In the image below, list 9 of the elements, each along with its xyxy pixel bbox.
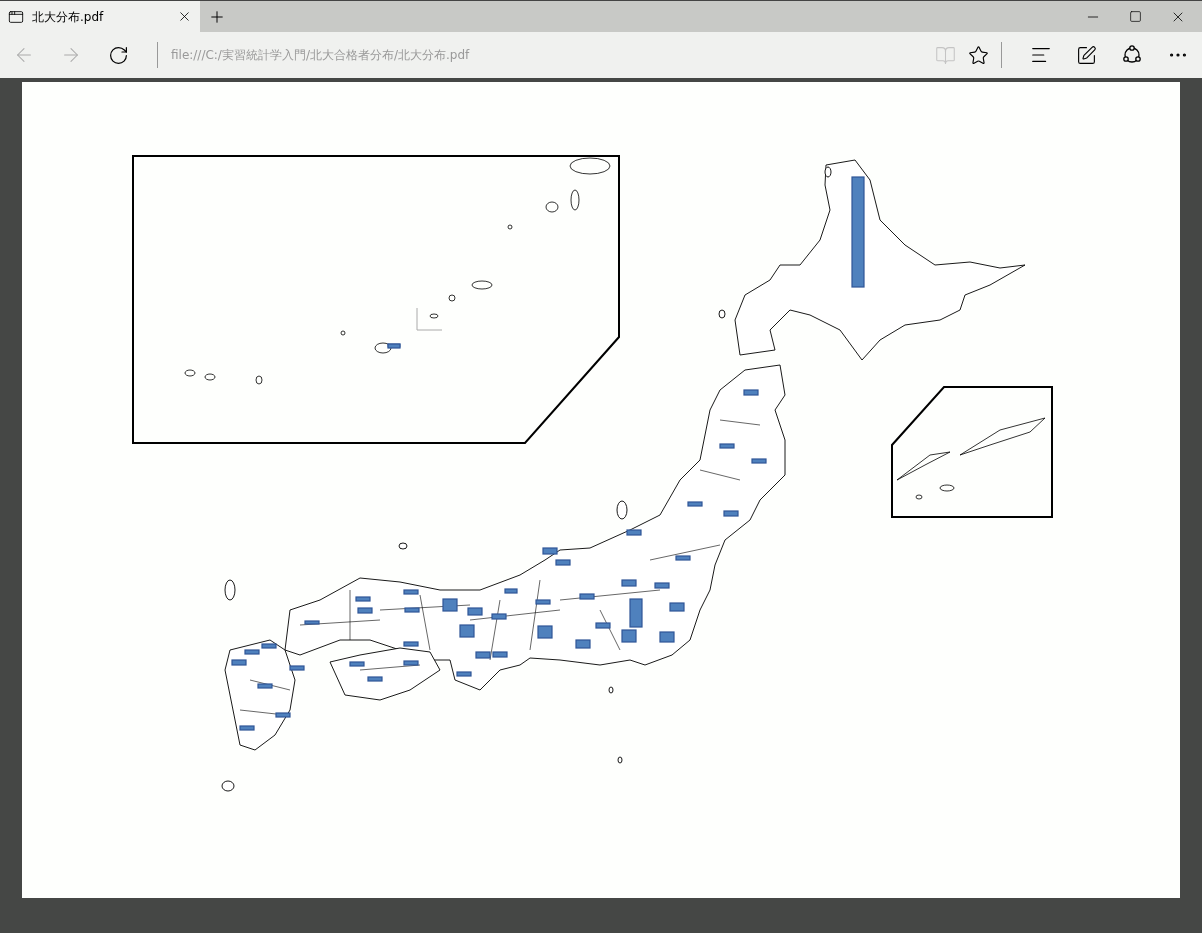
favorite-star-icon[interactable] bbox=[968, 44, 989, 66]
refresh-icon[interactable] bbox=[108, 44, 129, 66]
tab-title: 北大分布.pdf bbox=[32, 8, 105, 26]
maximize-icon[interactable] bbox=[1129, 10, 1142, 23]
web-note-icon[interactable] bbox=[1076, 44, 1097, 66]
share-icon[interactable] bbox=[1121, 44, 1143, 66]
close-tab-icon[interactable] bbox=[177, 9, 192, 24]
browser-tab[interactable]: 北大分布.pdf bbox=[0, 1, 200, 32]
page-icon bbox=[8, 8, 24, 25]
